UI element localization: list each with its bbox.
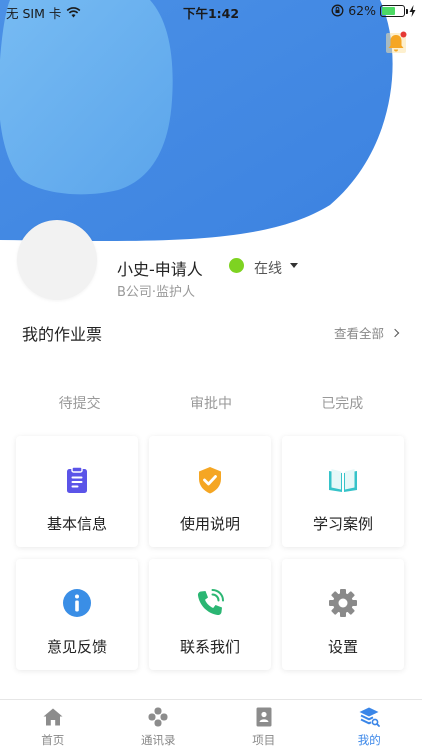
- view-all-label: 查看全部: [333, 326, 384, 341]
- tab-contacts-label: 通讯录: [141, 733, 176, 747]
- tab-home[interactable]: 首页: [0, 700, 106, 750]
- notification-bell-icon[interactable]: [384, 30, 408, 56]
- gear-icon: [329, 589, 357, 617]
- view-all-link[interactable]: 查看全部: [333, 323, 400, 342]
- online-status-dot: [229, 258, 244, 273]
- home-icon: [43, 708, 63, 726]
- tab-me[interactable]: 我的: [317, 700, 422, 750]
- chevron-right-icon: [390, 328, 400, 337]
- status-bar-right: 62%: [331, 3, 416, 18]
- profile-screen: 无 SIM 卡 下午1:42 62% 小史-申请人 在线 B公司·监护人 我的作…: [0, 0, 422, 750]
- tab-under-review[interactable]: 审批中: [145, 393, 276, 413]
- feedback-tile[interactable]: 意见反馈: [16, 559, 138, 670]
- clipboard-icon: [67, 466, 87, 493]
- online-status-select[interactable]: 在线: [254, 258, 282, 278]
- charging-icon: [409, 4, 416, 17]
- contacts-icon: [148, 707, 168, 727]
- info-icon: [63, 589, 91, 617]
- tab-projects[interactable]: 项目: [211, 700, 317, 750]
- battery-level: [382, 6, 396, 15]
- learning-cases-tile[interactable]: 学习案例: [282, 436, 404, 547]
- contact-us-tile[interactable]: 联系我们: [149, 559, 271, 670]
- project-icon: [256, 707, 272, 727]
- basic-info-label: 基本信息: [46, 515, 107, 533]
- status-bar: 无 SIM 卡 下午1:42 62%: [0, 0, 422, 22]
- tab-completed[interactable]: 已完成: [277, 393, 422, 413]
- contact-us-label: 联系我们: [179, 638, 240, 656]
- tab-pending-submit[interactable]: 待提交: [0, 393, 145, 413]
- battery-icon: [380, 4, 408, 17]
- ticket-status-tabs: 待提交 审批中 已完成: [0, 393, 422, 413]
- profile-stack-icon: [359, 707, 381, 727]
- settings-tile[interactable]: 设置: [282, 559, 404, 670]
- user-org-role: B公司·监护人: [117, 285, 196, 300]
- feedback-label: 意见反馈: [46, 638, 107, 656]
- phone-icon: [197, 589, 224, 616]
- tab-me-label: 我的: [357, 733, 381, 747]
- user-name: 小史-申请人: [117, 260, 203, 279]
- open-book-icon: [329, 469, 357, 492]
- user-guide-tile[interactable]: 使用说明: [149, 436, 271, 547]
- avatar[interactable]: [17, 220, 97, 300]
- caret-down-icon[interactable]: [290, 263, 298, 268]
- bottom-tab-bar: 首页 通讯录 项目 我的: [0, 699, 422, 750]
- orientation-lock-icon: [331, 4, 344, 17]
- function-grid: 基本信息 使用说明 学习案例 意见反馈 联系我们 设置: [16, 436, 406, 670]
- learning-cases-label: 学习案例: [312, 515, 373, 533]
- user-guide-label: 使用说明: [179, 515, 240, 533]
- basic-info-tile[interactable]: 基本信息: [16, 436, 138, 547]
- battery-cap: [406, 8, 408, 14]
- tab-projects-label: 项目: [252, 733, 276, 747]
- tab-contacts[interactable]: 通讯录: [106, 700, 212, 750]
- tab-home-label: 首页: [41, 733, 65, 747]
- tickets-title: 我的作业票: [22, 325, 103, 344]
- battery-percent: 62%: [348, 3, 376, 18]
- settings-label: 设置: [327, 638, 358, 656]
- shield-check-icon: [199, 467, 221, 494]
